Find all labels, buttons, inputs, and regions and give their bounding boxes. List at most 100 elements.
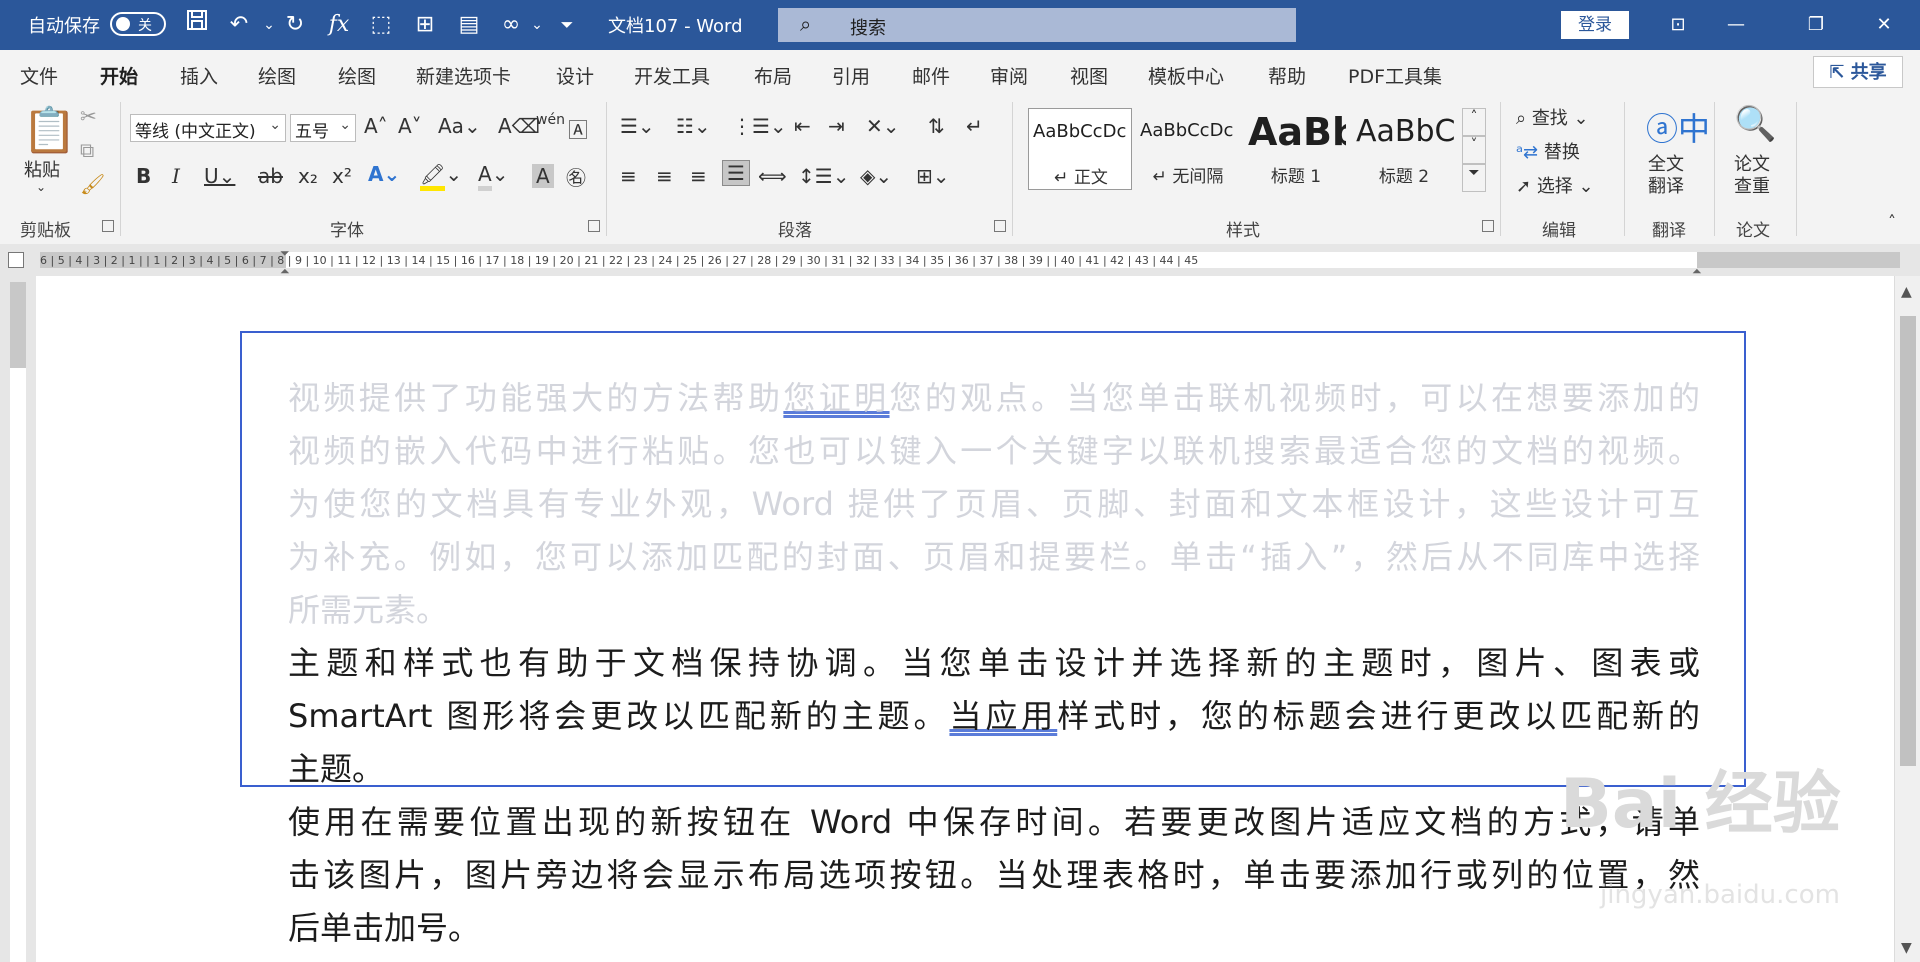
tab-view[interactable]: 视图 (1070, 62, 1108, 89)
styles-up-icon[interactable]: ˄ (1462, 108, 1486, 136)
tab-design[interactable]: 设计 (556, 62, 594, 89)
tab-pdf-tools[interactable]: PDF工具集 (1348, 62, 1442, 89)
tab-selector-icon[interactable] (8, 252, 24, 268)
decrease-indent-icon[interactable]: ⇤ (794, 114, 811, 138)
text-effects-icon[interactable]: A⌄ (368, 162, 400, 186)
customize-toolbar-icon[interactable]: ⏷ (550, 8, 584, 42)
close-icon[interactable]: ✕ (1864, 8, 1904, 42)
paragraph-line[interactable]: 使用在需要位置出现的新按钮在 Word 中保存时间。若要更改图片适应文档的方式，… (288, 796, 1700, 849)
phonetic-guide-icon[interactable]: wén (536, 112, 565, 128)
tab-new-tab[interactable]: 新建选项卡 (416, 62, 511, 89)
character-border-icon[interactable]: 🄰 (568, 114, 588, 143)
show-formatting-icon[interactable]: ↵ (966, 114, 983, 138)
tab-draw-2[interactable]: 绘图 (338, 62, 376, 89)
cut-icon[interactable]: ✂ (80, 104, 97, 128)
scroll-up-icon[interactable]: ▲ (1901, 284, 1912, 300)
style-normal[interactable]: AaBbCcDc ↵ 正文 (1028, 108, 1132, 190)
horizontal-ruler[interactable]: 6 | 5 | 4 | 3 | 2 | 1 | | 1 | 2 | 3 | 4 … (0, 244, 1920, 278)
character-shading-icon[interactable]: A (532, 164, 554, 188)
scroll-thumb[interactable] (1900, 316, 1916, 766)
borders-icon[interactable]: ⊞⌄ (916, 164, 950, 188)
minimize-icon[interactable]: — (1716, 8, 1756, 42)
strikethrough-icon[interactable]: ab (258, 164, 283, 188)
collapse-ribbon-icon[interactable]: ˄ (1888, 212, 1896, 231)
font-name-dropdown[interactable]: 等线 (中文正文) ⌄ (130, 114, 286, 142)
grow-font-icon[interactable]: A˄ (364, 114, 388, 138)
indent-marker-icon[interactable]: ⏷ (280, 246, 290, 261)
justify-icon[interactable]: ☰ (722, 160, 750, 186)
paragraph-line[interactable]: 为使您的文档具有专业外观，Word 提供了页眉、页脚、封面和文本框设计，这些设计… (288, 478, 1700, 531)
tab-help[interactable]: 帮助 (1268, 62, 1306, 89)
share-button[interactable]: ⇱ 共享 (1813, 56, 1903, 88)
align-center-icon[interactable]: ≡ (656, 164, 673, 188)
clear-formatting-icon[interactable]: A⌫ (498, 114, 540, 138)
paragraph-line[interactable]: 所需元素。 (288, 584, 1700, 637)
paragraph-line[interactable]: 视频提供了功能强大的方法帮助您证明您的观点。当您单击联机视频时，可以在想要添加的 (288, 372, 1700, 425)
sort-icon[interactable]: ⇅ (928, 114, 945, 138)
shading-icon[interactable]: ◈⌄ (860, 164, 892, 188)
styles-down-icon[interactable]: ˅ (1462, 136, 1486, 164)
document-check-icon[interactable]: ▤ (452, 8, 486, 42)
multilevel-list-icon[interactable]: ⋮☰⌄ (732, 114, 787, 138)
paste-dropdown-icon[interactable]: ⌄ (36, 180, 46, 194)
style-heading-1[interactable]: AaBb 标题 1 (1244, 108, 1348, 190)
tab-home[interactable]: 开始 (100, 62, 139, 97)
paragraph-line[interactable]: 击该图片，图片旁边将会显示布局选项按钮。当处理表格时，单击要添加行或列的位置，然 (288, 849, 1700, 902)
autosave-toggle[interactable]: 关 (110, 12, 166, 36)
line-spacing-icon[interactable]: ↕☰⌄ (798, 164, 849, 188)
save-icon[interactable] (180, 8, 214, 42)
clipboard-launcher-icon[interactable] (102, 220, 114, 232)
shrink-font-icon[interactable]: A˅ (398, 114, 422, 138)
paragraph-line[interactable]: 视频的嵌入代码中进行粘贴。您也可以键入一个关键字以联机搜索最适合您的文档的视频。 (288, 425, 1700, 478)
full-translate-button[interactable]: 全文 翻译 (1648, 154, 1684, 198)
tab-file[interactable]: 文件 (20, 62, 58, 89)
ribbon-display-icon[interactable]: ⊡ (1658, 8, 1698, 42)
tab-mailings[interactable]: 邮件 (912, 62, 950, 89)
font-color-icon[interactable]: A⌄ (478, 162, 508, 191)
style-heading-2[interactable]: AaBbC 标题 2 (1352, 108, 1456, 190)
org-chart-icon[interactable]: ⊞ (408, 8, 442, 42)
paste-label[interactable]: 粘贴 (24, 156, 60, 182)
italic-icon[interactable]: I (172, 164, 180, 188)
paragraph-line[interactable]: SmartArt 图形将会更改以匹配新的主题。当应用样式时，您的标题会进行更改以… (288, 690, 1700, 743)
paragraph-line[interactable]: 主题。 (288, 743, 1700, 796)
font-size-dropdown[interactable]: 五号 ⌄ (290, 114, 356, 142)
bold-icon[interactable]: B (136, 164, 151, 188)
change-case-icon[interactable]: Aa⌄ (438, 114, 481, 138)
enclose-characters-icon[interactable]: ㊔ (566, 162, 586, 191)
select-objects-icon[interactable]: ⬚ (364, 8, 398, 42)
paragraph-line[interactable]: 为补充。例如，您可以添加匹配的封面、页眉和提要栏。单击“插入”，然后从不同库中选… (288, 531, 1700, 584)
select-button[interactable]: ➚ 选择 ⌄ (1516, 172, 1594, 198)
copy-icon[interactable]: ⧉ (80, 138, 94, 162)
redo-icon[interactable]: ↻ (278, 8, 312, 42)
paper-check-icon[interactable]: 🔍 (1734, 104, 1776, 144)
styles-launcher-icon[interactable] (1482, 220, 1494, 232)
undo-icon[interactable]: ↶ (222, 8, 256, 42)
superscript-icon[interactable]: x² (332, 164, 352, 188)
search-box[interactable]: ⌕ 搜索 (778, 8, 1296, 42)
vertical-scrollbar[interactable]: ▲ ▼ (1894, 276, 1920, 962)
bullets-icon[interactable]: ☰⌄ (620, 114, 655, 138)
tab-references[interactable]: 引用 (832, 62, 870, 89)
tab-draw[interactable]: 绘图 (258, 62, 296, 89)
subscript-icon[interactable]: x₂ (298, 164, 318, 188)
tab-layout[interactable]: 布局 (754, 62, 792, 89)
restore-icon[interactable]: ❐ (1796, 8, 1836, 42)
highlight-icon[interactable]: 🖍⌄ (420, 162, 462, 191)
paragraph-line[interactable]: 主题和样式也有助于文档保持协调。当您单击设计并选择新的主题时，图片、图表或 (288, 637, 1700, 690)
paper-check-button[interactable]: 论文 查重 (1734, 154, 1770, 198)
paragraph-line[interactable]: 后单击加号。 (288, 902, 1700, 955)
translate-icon[interactable]: ⓐ中 (1646, 104, 1710, 150)
numbering-icon[interactable]: ☷⌄ (676, 114, 711, 138)
function-icon[interactable]: fx (322, 8, 356, 42)
underline-icon[interactable]: U⌄ (204, 164, 235, 188)
link-dropdown-icon[interactable]: ⌄ (520, 8, 554, 42)
align-left-icon[interactable]: ≡ (620, 164, 637, 188)
style-no-spacing[interactable]: AaBbCcDc ↵ 无间隔 (1136, 108, 1240, 190)
paragraph-launcher-icon[interactable] (994, 220, 1006, 232)
format-painter-icon[interactable]: 🖌 (80, 172, 105, 196)
font-launcher-icon[interactable] (588, 220, 600, 232)
tab-developer[interactable]: 开发工具 (634, 62, 710, 89)
login-button[interactable]: 登录 (1561, 11, 1629, 39)
tab-insert[interactable]: 插入 (180, 62, 218, 89)
